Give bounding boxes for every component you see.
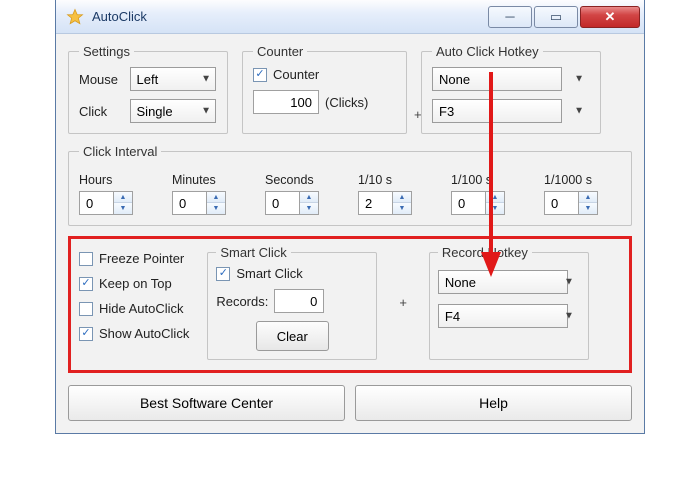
help-button[interactable]: Help [355,385,632,421]
smart-legend: Smart Click [216,245,290,260]
hotkey-mod-select[interactable]: None [432,67,562,91]
freeze-checkbox[interactable] [79,252,93,266]
mouse-label: Mouse [79,72,120,87]
interval-label-hundredths: 1/100 s [451,173,528,187]
show-checkbox[interactable] [79,327,93,341]
seconds-spinner[interactable]: ▲▼ [265,191,342,215]
tenths-spinner[interactable]: ▲▼ [358,191,435,215]
plus-icon: + [410,107,426,122]
record-hotkey-group: Record Hotkey None F4 [429,245,589,360]
keep-top-checkbox[interactable] [79,277,93,291]
hours-spinner[interactable]: ▲▼ [79,191,156,215]
window-title: AutoClick [92,9,488,24]
click-select[interactable]: Single [130,99,216,123]
smart-checkbox-label: Smart Click [236,266,302,281]
minutes-spinner[interactable]: ▲▼ [172,191,249,215]
interval-label-thousandths: 1/1000 s [544,173,621,187]
hide-label: Hide AutoClick [99,301,184,316]
interval-label-tenths: 1/10 s [358,173,435,187]
record-key-select[interactable]: F4 [438,304,568,328]
settings-group: Settings Mouse Left Click Single [68,44,228,134]
interval-legend: Click Interval [79,144,161,159]
records-label: Records: [216,294,268,309]
best-software-button[interactable]: Best Software Center [68,385,345,421]
interval-group: Click Interval Hours Minutes Seconds 1/1… [68,144,632,226]
hotkey-legend: Auto Click Hotkey [432,44,543,59]
counter-legend: Counter [253,44,307,59]
show-label: Show AutoClick [99,326,189,341]
star-icon [66,8,84,26]
hide-checkbox[interactable] [79,302,93,316]
counter-suffix: (Clicks) [325,95,368,110]
counter-checkbox-label: Counter [273,67,319,82]
smart-checkbox[interactable] [216,267,230,281]
record-mod-select[interactable]: None [438,270,568,294]
click-label: Click [79,104,120,119]
hundredths-spinner[interactable]: ▲▼ [451,191,528,215]
mouse-select[interactable]: Left [130,67,216,91]
keep-top-label: Keep on Top [99,276,172,291]
maximize-button[interactable]: ▭ [534,6,578,28]
hotkey-key-select[interactable]: F3 [432,99,562,123]
settings-legend: Settings [79,44,134,59]
app-window: AutoClick ─ ▭ ✕ Settings Mouse Left Clic… [55,0,645,434]
minimize-button[interactable]: ─ [488,6,532,28]
highlight-box: Freeze Pointer Keep on Top Hide AutoClic… [68,236,632,373]
interval-label-seconds: Seconds [265,173,342,187]
interval-label-minutes: Minutes [172,173,249,187]
hotkey-group: Auto Click Hotkey None F3 + [421,44,601,134]
counter-group: Counter Counter (Clicks) [242,44,407,134]
records-input[interactable] [274,289,324,313]
close-button[interactable]: ✕ [580,6,640,28]
freeze-label: Freeze Pointer [99,251,184,266]
plus-icon: + [395,295,411,310]
thousandths-spinner[interactable]: ▲▼ [544,191,621,215]
counter-input[interactable] [253,90,319,114]
record-hotkey-legend: Record Hotkey [438,245,532,260]
interval-label-hours: Hours [79,173,156,187]
titlebar: AutoClick ─ ▭ ✕ [56,0,644,34]
smart-click-group: Smart Click Smart Click Records: Clear [207,245,377,360]
clear-button[interactable]: Clear [256,321,329,351]
counter-checkbox[interactable] [253,68,267,82]
